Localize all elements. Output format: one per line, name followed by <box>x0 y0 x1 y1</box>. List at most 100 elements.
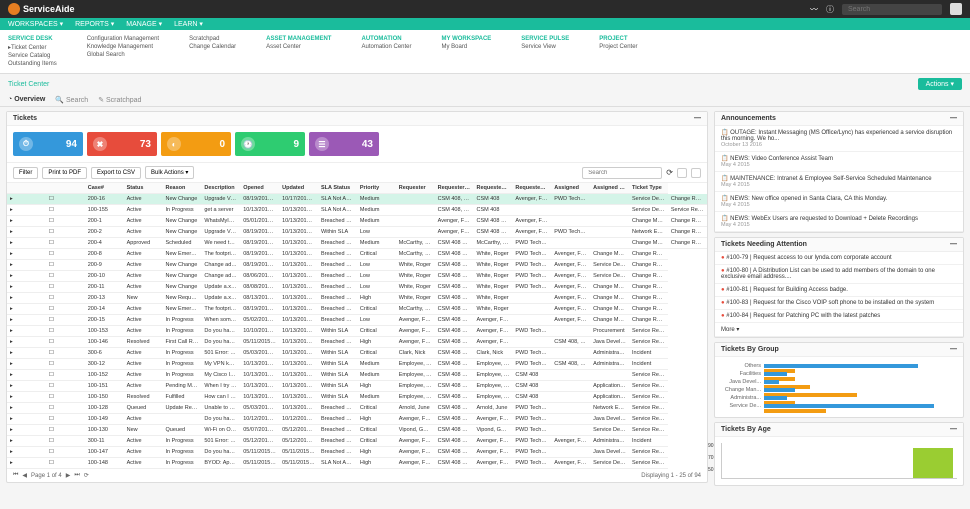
expand-icon[interactable]: ▸ <box>7 370 46 381</box>
table-row[interactable]: ▸☐100-146ResolvedFirst Call Reso...Do yo… <box>7 337 707 348</box>
row-checkbox[interactable]: ☐ <box>46 425 85 436</box>
table-row[interactable]: ▸☐200-4ApprovedScheduledWe need to r...0… <box>7 238 707 249</box>
expand-icon[interactable]: ▸ <box>7 458 46 469</box>
expand-icon[interactable]: ▸ <box>7 205 46 216</box>
col-header[interactable]: Description <box>201 183 240 194</box>
filter-button[interactable]: Filter <box>13 167 38 179</box>
mega-link[interactable]: My Board <box>442 44 492 50</box>
row-checkbox[interactable]: ☐ <box>46 293 85 304</box>
expand-icon[interactable]: ▸ <box>7 326 46 337</box>
collapse-icon[interactable]: — <box>950 426 957 433</box>
expand-icon[interactable]: ▸ <box>7 194 46 205</box>
expand-icon[interactable]: ▸ <box>7 260 46 271</box>
brand-logo[interactable]: ServiceAide <box>8 3 75 15</box>
col-header[interactable]: Requester Org <box>435 183 474 194</box>
info-icon[interactable]: ⓘ <box>826 4 834 15</box>
nav-reports[interactable]: REPORTS ▾ <box>75 20 114 28</box>
expand-icon[interactable]: ▸ <box>7 348 46 359</box>
stat-tile[interactable]: ☰43 <box>309 132 379 156</box>
table-row[interactable]: ▸☐100-149ActiveDo you have ...10/12/2016… <box>7 414 707 425</box>
mega-link[interactable]: Project Center <box>599 44 637 50</box>
row-checkbox[interactable]: ☐ <box>46 381 85 392</box>
stat-tile[interactable]: ◐0 <box>161 132 231 156</box>
row-checkbox[interactable]: ☐ <box>46 194 85 205</box>
col-header[interactable]: Reason <box>163 183 202 194</box>
table-row[interactable]: ▸☐200-9ActiveNew ChangeChange admi...08/… <box>7 260 707 271</box>
attention-item[interactable]: ● #100-80 | A Distribution List can be u… <box>715 265 963 284</box>
collapse-icon[interactable]: — <box>950 115 957 122</box>
row-checkbox[interactable]: ☐ <box>46 315 85 326</box>
col-header[interactable]: SLA Status <box>318 183 357 194</box>
expand-icon[interactable]: ▸ <box>7 381 46 392</box>
table-row[interactable]: ▸☐100-151ActivePending Man...When I try … <box>7 381 707 392</box>
table-row[interactable]: ▸☐200-14ActiveNew Emergen...The footprin… <box>7 304 707 315</box>
mega-link[interactable]: Service Catalog <box>8 53 57 59</box>
stat-tile[interactable]: ⏱94 <box>13 132 83 156</box>
user-avatar[interactable] <box>950 3 962 15</box>
nav-manage[interactable]: MANAGE ▾ <box>126 20 162 28</box>
row-checkbox[interactable]: ☐ <box>46 403 85 414</box>
collapse-icon[interactable]: — <box>694 115 701 122</box>
row-checkbox[interactable]: ☐ <box>46 447 85 458</box>
table-row[interactable]: ▸☐100-148ActiveIn ProgressBYOD: Apple i.… <box>7 458 707 469</box>
pager-refresh-icon[interactable]: ⟳ <box>84 472 89 479</box>
rss-icon[interactable]: 〰 <box>810 4 818 15</box>
attention-more[interactable]: More ▾ <box>715 323 963 337</box>
nav-learn[interactable]: LEARN ▾ <box>174 20 203 28</box>
expand-icon[interactable]: ▸ <box>7 293 46 304</box>
col-header[interactable]: Assigned <box>551 183 590 194</box>
row-checkbox[interactable]: ☐ <box>46 282 85 293</box>
attention-item[interactable]: ● #100-79 | Request access to our lynda.… <box>715 252 963 265</box>
col-header[interactable]: Requested For Org <box>512 183 551 194</box>
pager-next-icon[interactable]: ▶ <box>66 472 71 479</box>
row-checkbox[interactable]: ☐ <box>46 238 85 249</box>
row-checkbox[interactable]: ☐ <box>46 392 85 403</box>
mega-link[interactable]: Configuration Management <box>87 36 159 42</box>
expand-icon[interactable]: ▸ <box>7 238 46 249</box>
tab-scratchpad[interactable]: ✎ Scratchpad <box>98 96 141 104</box>
actions-button[interactable]: Actions ▾ <box>918 78 962 90</box>
collapse-icon[interactable]: — <box>950 241 957 248</box>
row-checkbox[interactable]: ☐ <box>46 337 85 348</box>
col-header[interactable]: Requester <box>396 183 435 194</box>
col-header[interactable]: Opened <box>240 183 279 194</box>
announcement-item[interactable]: 📋 NEWS: WebEx Users are requested to Dow… <box>715 212 963 232</box>
expand-icon[interactable]: ▸ <box>7 425 46 436</box>
col-header[interactable]: Status <box>124 183 163 194</box>
row-checkbox[interactable]: ☐ <box>46 216 85 227</box>
row-checkbox[interactable]: ☐ <box>46 348 85 359</box>
table-row[interactable]: ▸☐100-130NewQueuedWi-Fi on Offic...05/07… <box>7 425 707 436</box>
card-view-icon[interactable] <box>677 168 687 178</box>
table-row[interactable]: ▸☐200-10ActiveNew ChangeChange admi...08… <box>7 271 707 282</box>
nav-workspaces[interactable]: WORKSPACES ▾ <box>8 20 63 28</box>
col-header[interactable]: Priority <box>357 183 396 194</box>
table-row[interactable]: ▸☐100-147ActiveIn ProgressDo you have ..… <box>7 447 707 458</box>
global-search-input[interactable] <box>842 4 942 15</box>
expand-icon[interactable]: ▸ <box>7 337 46 348</box>
stat-tile[interactable]: 🕐9 <box>235 132 305 156</box>
expand-icon[interactable]: ▸ <box>7 216 46 227</box>
row-checkbox[interactable]: ☐ <box>46 271 85 282</box>
col-header[interactable] <box>7 183 46 194</box>
table-row[interactable]: ▸☐300-11ActiveIn Progress501 Error: Tie.… <box>7 436 707 447</box>
col-header[interactable]: Updated <box>279 183 318 194</box>
row-checkbox[interactable]: ☐ <box>46 370 85 381</box>
row-checkbox[interactable]: ☐ <box>46 304 85 315</box>
expand-icon[interactable]: ▸ <box>7 359 46 370</box>
row-checkbox[interactable]: ☐ <box>46 227 85 238</box>
mega-link[interactable]: Outstanding Items <box>8 61 57 67</box>
refresh-icon[interactable]: ⟳ <box>666 168 673 177</box>
export-csv-button[interactable]: Export to CSV <box>91 167 141 179</box>
expand-icon[interactable]: ▸ <box>7 271 46 282</box>
expand-icon[interactable]: ▸ <box>7 447 46 458</box>
row-checkbox[interactable]: ☐ <box>46 436 85 447</box>
mega-link[interactable]: ▸Ticket Center <box>8 44 57 51</box>
expand-icon[interactable]: ▸ <box>7 227 46 238</box>
mega-link[interactable]: Scratchpad <box>189 36 236 42</box>
expand-icon[interactable]: ▸ <box>7 392 46 403</box>
table-row[interactable]: ▸☐100-128QueuedUpdate Recei...Unable to … <box>7 403 707 414</box>
announcement-item[interactable]: 📋 OUTAGE: Instant Messaging (MS Office/L… <box>715 126 963 152</box>
pager-last-icon[interactable]: ⏭ <box>74 472 79 479</box>
table-row[interactable]: ▸☐200-16ActiveNew ChangeUpgrade VPN...08… <box>7 194 707 205</box>
row-checkbox[interactable]: ☐ <box>46 414 85 425</box>
